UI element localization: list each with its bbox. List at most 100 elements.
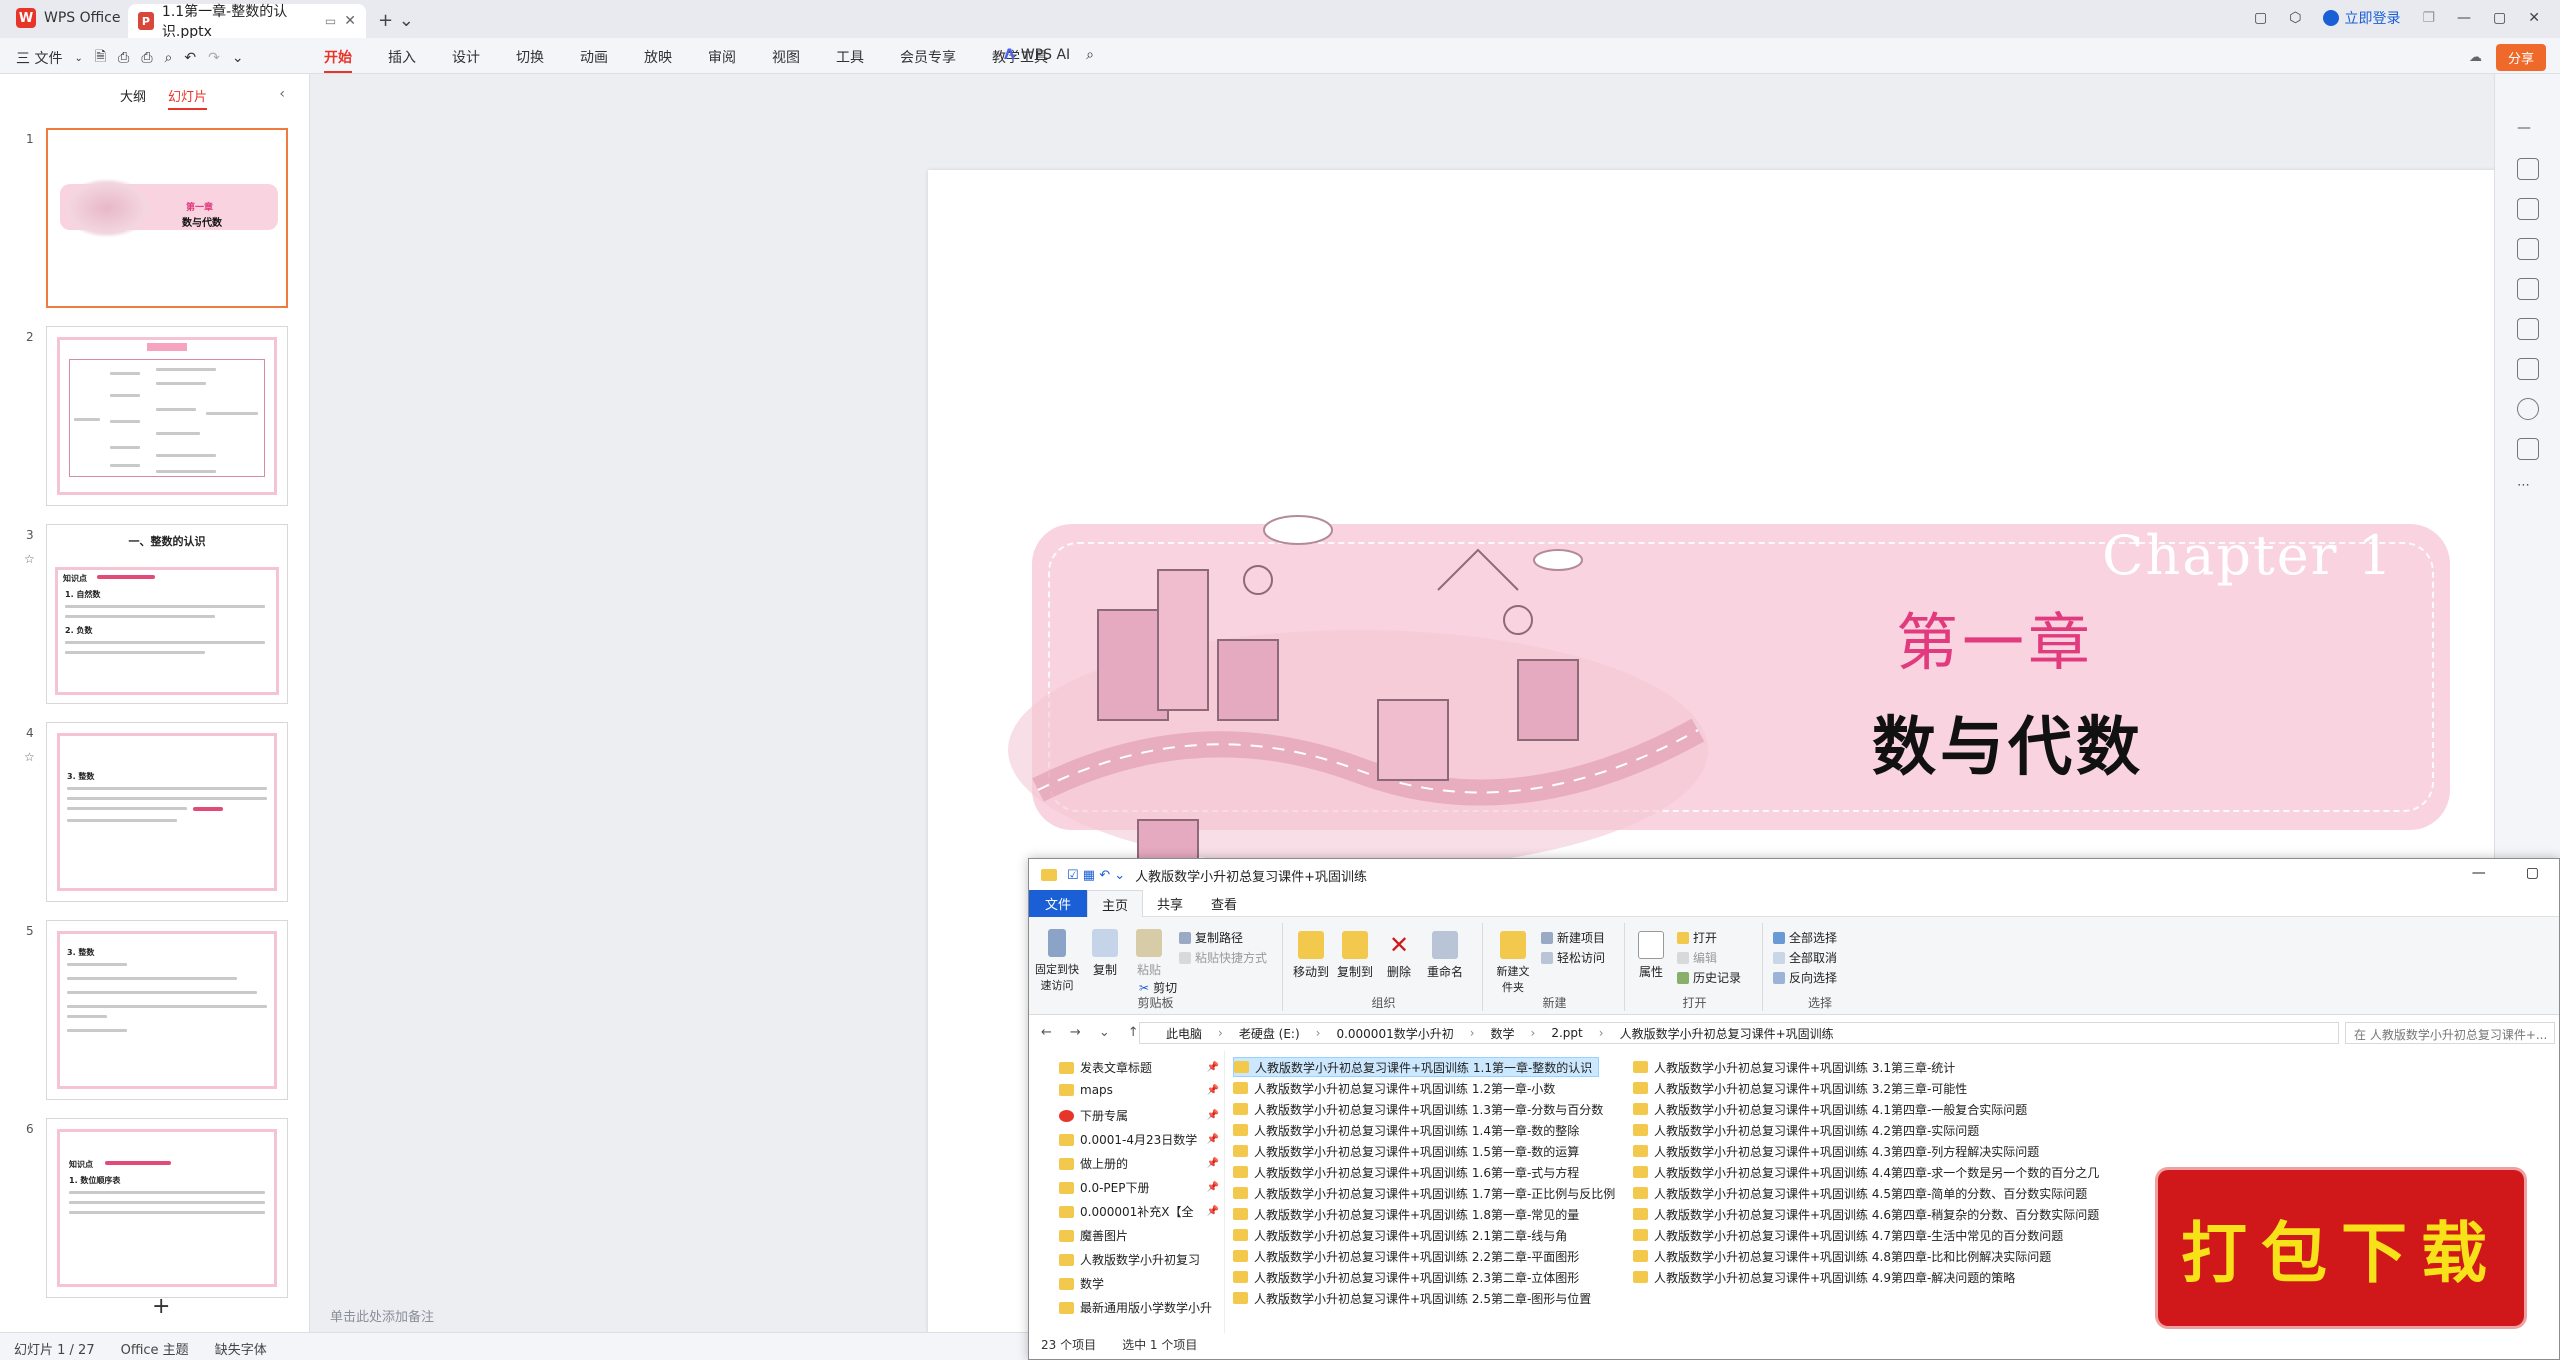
explorer-minimize-icon[interactable]: — — [2472, 865, 2486, 881]
nav-item[interactable]: 0.000001补充X【全 📌 — [1059, 1203, 1223, 1220]
back-icon[interactable]: ← — [1041, 1025, 1052, 1040]
star-icon[interactable] — [2517, 198, 2539, 220]
new-folder-button[interactable]: 新建文件夹 — [1493, 931, 1533, 995]
nav-item[interactable]: 发表文章标题 📌 — [1059, 1059, 1223, 1076]
download-badge[interactable]: 打包下载 — [2158, 1170, 2524, 1326]
settings-icon[interactable] — [2517, 158, 2539, 180]
nav-item[interactable]: 魔善图片 — [1059, 1227, 1223, 1244]
restore-icon[interactable]: ❐ — [2422, 10, 2435, 26]
move-to-button[interactable]: 移动到 — [1291, 931, 1331, 980]
nav-item[interactable]: 0.0001-4月23日数学 📌 — [1059, 1131, 1223, 1148]
copy-path-button[interactable]: 复制路径 — [1179, 929, 1243, 946]
ribbon-tab[interactable]: 视图 — [772, 47, 800, 73]
file-item[interactable]: 人教版数学小升初总复习课件+巩固训练 2.1第二章-线与角 — [1233, 1225, 1573, 1245]
copy-icon[interactable] — [2517, 238, 2539, 260]
rename-button[interactable]: 重命名 — [1423, 931, 1467, 980]
delete-button[interactable]: ✕ 删除 — [1383, 931, 1415, 980]
slide-thumbnail[interactable]: 3. 整数 — [46, 722, 288, 902]
preview-icon[interactable]: ⌕ — [165, 50, 173, 66]
easy-access-button[interactable]: 轻松访问 — [1541, 949, 1605, 966]
file-item[interactable]: 人教版数学小升初总复习课件+巩固训练 1.8第一章-常见的量 — [1233, 1204, 1585, 1224]
slide-thumbnail[interactable]: 知识点 1. 数位顺序表 — [46, 1118, 288, 1298]
cloud-icon[interactable]: ☁ — [2469, 50, 2482, 65]
nav-item[interactable]: 0.0-PEP下册 📌 — [1059, 1179, 1223, 1196]
file-item[interactable]: 人教版数学小升初总复习课件+巩固训练 4.9第四章-解决问题的策略 — [1633, 1267, 2021, 1287]
recent-icon[interactable]: ⌄ — [1099, 1025, 1110, 1040]
star-icon[interactable]: ☆ — [24, 552, 35, 566]
save-icon[interactable]: 🗎 — [95, 46, 106, 70]
login-button[interactable]: 立即登录 — [2323, 8, 2400, 28]
pin-icon[interactable]: 📌 — [1207, 1062, 1219, 1073]
bookmark-icon[interactable] — [2517, 358, 2539, 380]
file-item[interactable]: 人教版数学小升初总复习课件+巩固训练 1.1第一章-整数的认识 — [1233, 1057, 1600, 1077]
file-item[interactable]: 人教版数学小升初总复习课件+巩固训练 4.1第四章-一般复合实际问题 — [1633, 1099, 2033, 1119]
more-icon[interactable]: ⋯ — [2517, 478, 2539, 500]
share-panel-icon[interactable] — [2517, 438, 2539, 460]
image-icon[interactable] — [2517, 278, 2539, 300]
star-icon[interactable]: ☆ — [24, 750, 35, 764]
search-icon[interactable]: ⌕ — [1086, 47, 1094, 63]
nav-item[interactable]: 做上册的 📌 — [1059, 1155, 1223, 1172]
explorer-tab-share[interactable]: 共享 — [1143, 890, 1197, 917]
slide-thumbnail[interactable]: 第一章 数与代数 — [46, 128, 288, 308]
undo-icon[interactable]: ↶ — [184, 50, 196, 66]
address-bar[interactable]: 此电脑 › 老硬盘 (E:) › 0.000001数学小升初 › 数学 › 2.ppt › 人教版数… — [1139, 1022, 2339, 1044]
nav-item[interactable]: 人教版数学小升初复习 — [1059, 1251, 1223, 1268]
dropdown-icon[interactable]: ⌄ — [74, 53, 82, 64]
copy-to-button[interactable]: 复制到 — [1335, 931, 1375, 980]
missing-font[interactable]: 缺失字体 — [215, 1339, 267, 1358]
pin-icon[interactable]: 📌 — [1207, 1085, 1219, 1096]
breadcrumb-item[interactable]: 此电脑 — [1166, 1025, 1202, 1042]
file-item[interactable]: 人教版数学小升初总复习课件+巩固训练 3.2第三章-可能性 — [1633, 1078, 1973, 1098]
ribbon-tab[interactable]: 切换 — [516, 47, 544, 73]
select-all-button[interactable]: 全部选择 — [1773, 929, 1837, 946]
copy-button[interactable]: 复制 — [1087, 929, 1123, 978]
explorer-tab-file[interactable]: 文件 — [1029, 890, 1088, 917]
ribbon-tab[interactable]: 插入 — [388, 47, 416, 73]
help-icon[interactable] — [2517, 398, 2539, 420]
explorer-tab-view[interactable]: 查看 — [1197, 890, 1251, 917]
edit-button[interactable]: 编辑 — [1677, 949, 1717, 966]
minimize-panel-icon[interactable]: — — [2517, 120, 2539, 142]
history-button[interactable]: 历史记录 — [1677, 969, 1741, 986]
minimize-icon[interactable]: — — [2457, 10, 2471, 26]
file-item[interactable]: 人教版数学小升初总复习课件+巩固训练 4.8第四章-比和比例解决实际问题 — [1633, 1246, 2057, 1266]
open-button[interactable]: 打开 — [1677, 929, 1717, 946]
invert-selection-button[interactable]: 反向选择 — [1773, 969, 1837, 986]
properties-button[interactable]: 属性 — [1633, 931, 1669, 980]
breadcrumb-separator-icon[interactable]: › — [1599, 1026, 1604, 1040]
ribbon-tab[interactable]: 动画 — [580, 47, 608, 73]
pin-icon[interactable]: 📌 — [1207, 1134, 1219, 1145]
file-menu[interactable]: 三 文件 — [16, 48, 62, 68]
slide-thumbnail[interactable] — [46, 326, 288, 506]
file-item[interactable]: 人教版数学小升初总复习课件+巩固训练 1.6第一章-式与方程 — [1233, 1162, 1585, 1182]
file-item[interactable]: 人教版数学小升初总复习课件+巩固训练 3.1第三章-统计 — [1633, 1057, 1961, 1077]
add-slide-icon[interactable]: + — [152, 1294, 170, 1319]
redo-icon[interactable]: ↷ — [208, 50, 220, 66]
paste-button[interactable]: 粘贴 — [1131, 929, 1167, 978]
tab-slides[interactable]: 幻灯片 — [168, 86, 208, 110]
file-item[interactable]: 人教版数学小升初总复习课件+巩固训练 1.3第一章-分数与百分数 — [1233, 1099, 1609, 1119]
ribbon-tab[interactable]: 放映 — [644, 47, 672, 73]
nav-item[interactable]: 最新通用版小学数学小升 — [1059, 1299, 1223, 1316]
file-item[interactable]: 人教版数学小升初总复习课件+巩固训练 1.2第一章-小数 — [1233, 1078, 1561, 1098]
open-icon[interactable]: ⎙ — [118, 50, 129, 66]
file-item[interactable]: 人教版数学小升初总复习课件+巩固训练 2.3第二章-立体图形 — [1233, 1267, 1585, 1287]
file-item[interactable]: 人教版数学小升初总复习课件+巩固训练 1.7第一章-正比例与反比例 — [1233, 1183, 1621, 1203]
theme-name[interactable]: Office 主题 — [121, 1339, 189, 1358]
more-icon[interactable]: ⌄ — [232, 50, 244, 66]
breadcrumb-separator-icon[interactable]: › — [1316, 1026, 1321, 1040]
pin-icon[interactable]: 📌 — [1207, 1182, 1219, 1193]
quick-access-icons[interactable]: ☑ ▦ ↶ ⌄ — [1067, 868, 1125, 883]
nav-item[interactable]: maps 📌 — [1059, 1083, 1223, 1097]
select-none-button[interactable]: 全部取消 — [1773, 949, 1837, 966]
breadcrumb-separator-icon[interactable]: › — [1218, 1026, 1223, 1040]
maximize-icon[interactable]: ▢ — [2493, 10, 2506, 26]
close-icon[interactable]: ✕ — [2528, 10, 2540, 26]
breadcrumb-item[interactable]: 老硬盘 (E:) — [1239, 1025, 1300, 1042]
explorer-maximize-icon[interactable]: ▢ — [2526, 865, 2539, 881]
paste-shortcut-button[interactable]: 粘贴快捷方式 — [1179, 949, 1267, 966]
ribbon-tab[interactable]: 会员专享 — [900, 47, 956, 73]
ribbon-tab[interactable]: 开始 — [324, 47, 352, 73]
forward-icon[interactable]: → — [1070, 1025, 1081, 1040]
